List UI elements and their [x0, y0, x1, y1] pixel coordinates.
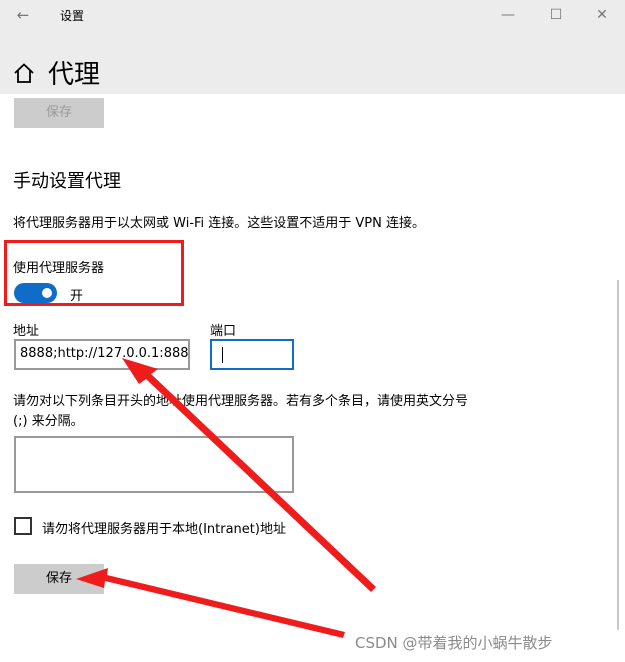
local-bypass-checkbox[interactable] — [14, 517, 32, 535]
annotation-arrow-to-save — [76, 568, 345, 638]
proxy-description: 将代理服务器用于以太网或 Wi-Fi 连接。这些设置不适用于 VPN 连接。 — [13, 216, 426, 231]
port-label: 端口 — [210, 324, 237, 339]
exceptions-input[interactable] — [14, 436, 294, 493]
page-header: 代理 — [0, 32, 625, 94]
maximize-icon[interactable]: ☐ — [541, 4, 571, 26]
section-title: 手动设置代理 — [13, 171, 121, 192]
toggle-knob — [42, 288, 52, 298]
home-icon[interactable] — [13, 62, 35, 84]
page-title: 代理 — [48, 60, 101, 90]
address-label: 地址 — [13, 324, 40, 339]
use-proxy-label: 使用代理服务器 — [13, 261, 105, 276]
minimize-icon[interactable]: — — [493, 4, 523, 26]
port-input[interactable] — [210, 339, 294, 370]
save-button[interactable]: 保存 — [14, 564, 104, 594]
text-caret — [222, 347, 223, 363]
close-icon[interactable]: ✕ — [587, 4, 617, 26]
title-bar: ← 设置 — ☐ ✕ — [0, 0, 625, 32]
exceptions-description: 请勿对以下列条目开头的地址使用代理服务器。若有多个条目，请使用英文分号 (;) … — [13, 394, 469, 429]
scrollbar[interactable] — [617, 280, 619, 630]
address-input[interactable]: 8888;http://127.0.0.1:8888 — [14, 339, 190, 370]
watermark: CSDN @带着我的小蜗牛散步 — [355, 634, 553, 652]
local-bypass-label: 请勿将代理服务器用于本地(Intranet)地址 — [42, 522, 286, 537]
back-arrow-icon[interactable]: ← — [12, 5, 34, 25]
window-title: 设置 — [60, 9, 85, 23]
use-proxy-toggle[interactable] — [14, 283, 57, 303]
toggle-state-label: 开 — [70, 289, 84, 304]
top-save-button[interactable]: 保存 — [14, 98, 104, 128]
